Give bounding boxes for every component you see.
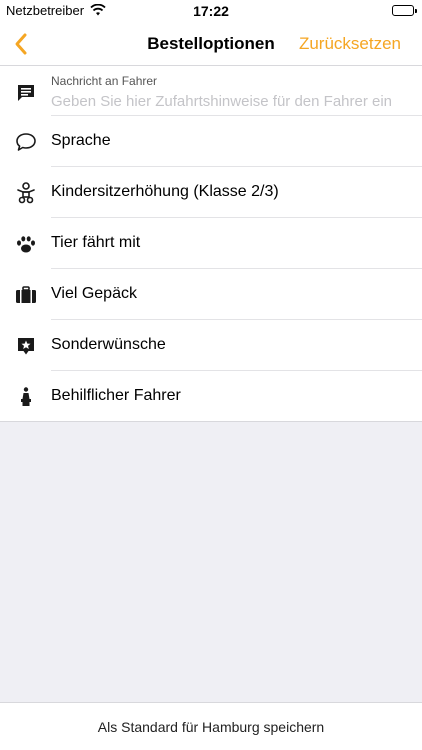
driver-icon [14, 385, 38, 409]
option-luggage[interactable]: Viel Gepäck [0, 269, 422, 320]
star-bubble-icon [14, 334, 38, 358]
navigation-bar: Bestelloptionen Zurücksetzen [0, 22, 422, 66]
option-label: Behilflicher Fahrer [51, 387, 181, 404]
message-input[interactable] [51, 93, 411, 110]
option-label: Tier fährt mit [51, 234, 141, 251]
chevron-left-icon [15, 33, 27, 55]
message-row[interactable]: Nachricht an Fahrer [0, 66, 422, 116]
battery-cap [415, 9, 417, 13]
back-button[interactable] [10, 30, 34, 58]
options-list: Nachricht an Fahrer Sprache Kindersitzer… [0, 66, 422, 422]
option-helpful-driver[interactable]: Behilflicher Fahrer [0, 371, 422, 422]
reset-button[interactable]: Zurücksetzen [299, 34, 401, 54]
option-pet[interactable]: Tier fährt mit [0, 218, 422, 269]
clock: 17:22 [193, 3, 229, 19]
message-icon [14, 80, 38, 104]
option-label: Viel Gepäck [51, 285, 137, 302]
speech-bubble-icon [14, 130, 38, 154]
paw-icon [14, 232, 38, 256]
option-label: Sprache [51, 132, 111, 149]
list-divider [0, 421, 422, 422]
message-caption: Nachricht an Fahrer [51, 74, 158, 88]
status-bar: Netzbetreiber 17:22 [0, 0, 422, 22]
option-special-requests[interactable]: Sonderwünsche [0, 320, 422, 371]
option-label: Sonderwünsche [51, 336, 166, 353]
option-label: Kindersitzerhöhung (Klasse 2/3) [51, 183, 279, 200]
save-default-button[interactable]: Als Standard für Hamburg speichern [0, 719, 422, 735]
battery-icon [392, 5, 414, 16]
child-seat-icon [14, 181, 38, 205]
option-child-seat[interactable]: Kindersitzerhöhung (Klasse 2/3) [0, 167, 422, 218]
footer-bar: Als Standard für Hamburg speichern [0, 702, 422, 750]
option-language[interactable]: Sprache [0, 116, 422, 167]
luggage-icon [14, 283, 38, 307]
